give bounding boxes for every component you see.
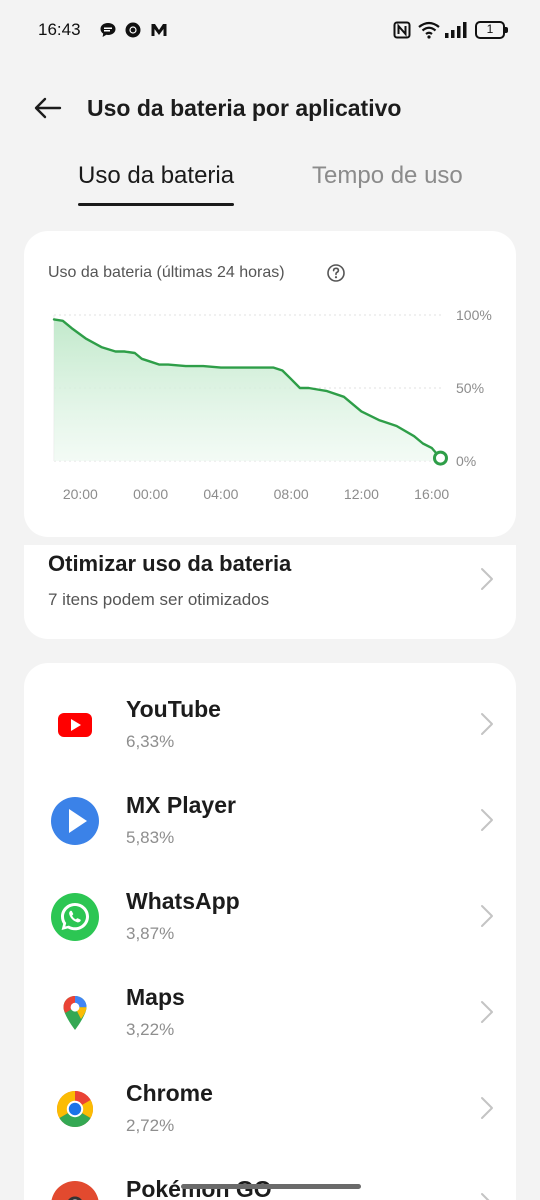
app-row-mx-player[interactable]: MX Player 5,83% [24,772,516,868]
app-name: MX Player [126,792,236,818]
app-row-chrome[interactable]: Chrome 2,72% [24,1060,516,1156]
youtube-icon [58,713,92,737]
battery-level: 1 [486,22,494,36]
chart-x-tick-label: 16:00 [414,486,449,502]
chart-x-tick-label: 12:00 [344,486,379,502]
chart-y-tick-label: 0% [456,453,476,469]
app-usage-percent: 6,33% [126,732,175,751]
tab-screen-time[interactable]: Tempo de uso [312,162,463,190]
chart-x-tick-label: 04:00 [203,486,238,502]
home-indicator[interactable] [181,1184,361,1189]
chrome-icon [56,1091,94,1128]
app-name: Chrome [126,1080,213,1106]
chevron-right-icon [481,568,493,590]
app-header: Uso da bateria por aplicativo [0,80,540,136]
chart-area-fill [54,319,441,461]
chevron-right-icon [481,905,493,927]
mx-player-icon [51,797,99,845]
arrow-left-icon [34,97,62,119]
m-app-icon [151,24,167,36]
maps-icon [63,996,87,1030]
pokemon-go-icon [51,1181,99,1200]
chrome-icon [125,22,141,38]
tab-active-indicator [78,203,234,206]
status-bar: 16:43 1 [0,0,540,62]
status-time: 16:43 [38,20,81,39]
chart-x-tick-label: 20:00 [63,486,98,502]
app-row-maps[interactable]: Maps 3,22% [24,964,516,1060]
chart-x-tick-label: 00:00 [133,486,168,502]
app-name: WhatsApp [126,888,240,914]
tab-battery-usage[interactable]: Uso da bateria [78,162,234,190]
app-row-pokemon-go[interactable]: Pokémon GO [24,1156,516,1200]
chevron-right-icon [481,713,493,735]
app-usage-percent: 2,72% [126,1116,175,1135]
app-name: YouTube [126,696,221,722]
chart-current-point [432,450,448,466]
back-button[interactable] [28,90,68,126]
app-usage-percent: 5,83% [126,828,175,847]
app-usage-percent: 3,87% [126,924,175,943]
app-row-whatsapp[interactable]: WhatsApp 3,87% [24,868,516,964]
chevron-right-icon [481,1193,490,1200]
chart-y-tick-label: 100% [456,307,492,323]
nfc-icon [393,21,411,39]
wifi-icon [418,21,440,39]
chevron-right-icon [481,1097,493,1119]
tab-bar: Uso da bateria Tempo de uso [0,150,540,210]
app-row-youtube[interactable]: YouTube 6,33% [24,676,516,772]
app-usage-percent: 3,22% [126,1020,175,1039]
chart-y-tick-label: 50% [456,380,484,396]
chevron-right-icon [481,1001,493,1023]
app-name: Maps [126,984,185,1010]
optimize-battery-card[interactable]: Otimizar uso da bateria 7 itens podem se… [24,545,516,639]
page-title: Uso da bateria por aplicativo [87,95,402,121]
signal-icon [445,22,467,38]
optimize-title: Otimizar uso da bateria [48,551,292,576]
battery-icon: 1 [475,21,509,39]
chevron-right-icon [481,809,493,831]
chart-x-tick-label: 08:00 [274,486,309,502]
whatsapp-icon [51,893,99,941]
battery-chart: 100% 50% 0% 20:00 00:00 04:00 08:00 12:00 16:00 [52,307,492,502]
battery-chart-card: Uso da bateria (últimas 24 horas) 100% 50… [24,231,516,537]
app-list-card: YouTube 6,33% MX Player 5,83% WhatsApp 3… [24,663,516,1200]
optimize-subtitle: 7 itens podem ser otimizados [48,590,270,609]
chat-bubble-icon [100,23,116,37]
